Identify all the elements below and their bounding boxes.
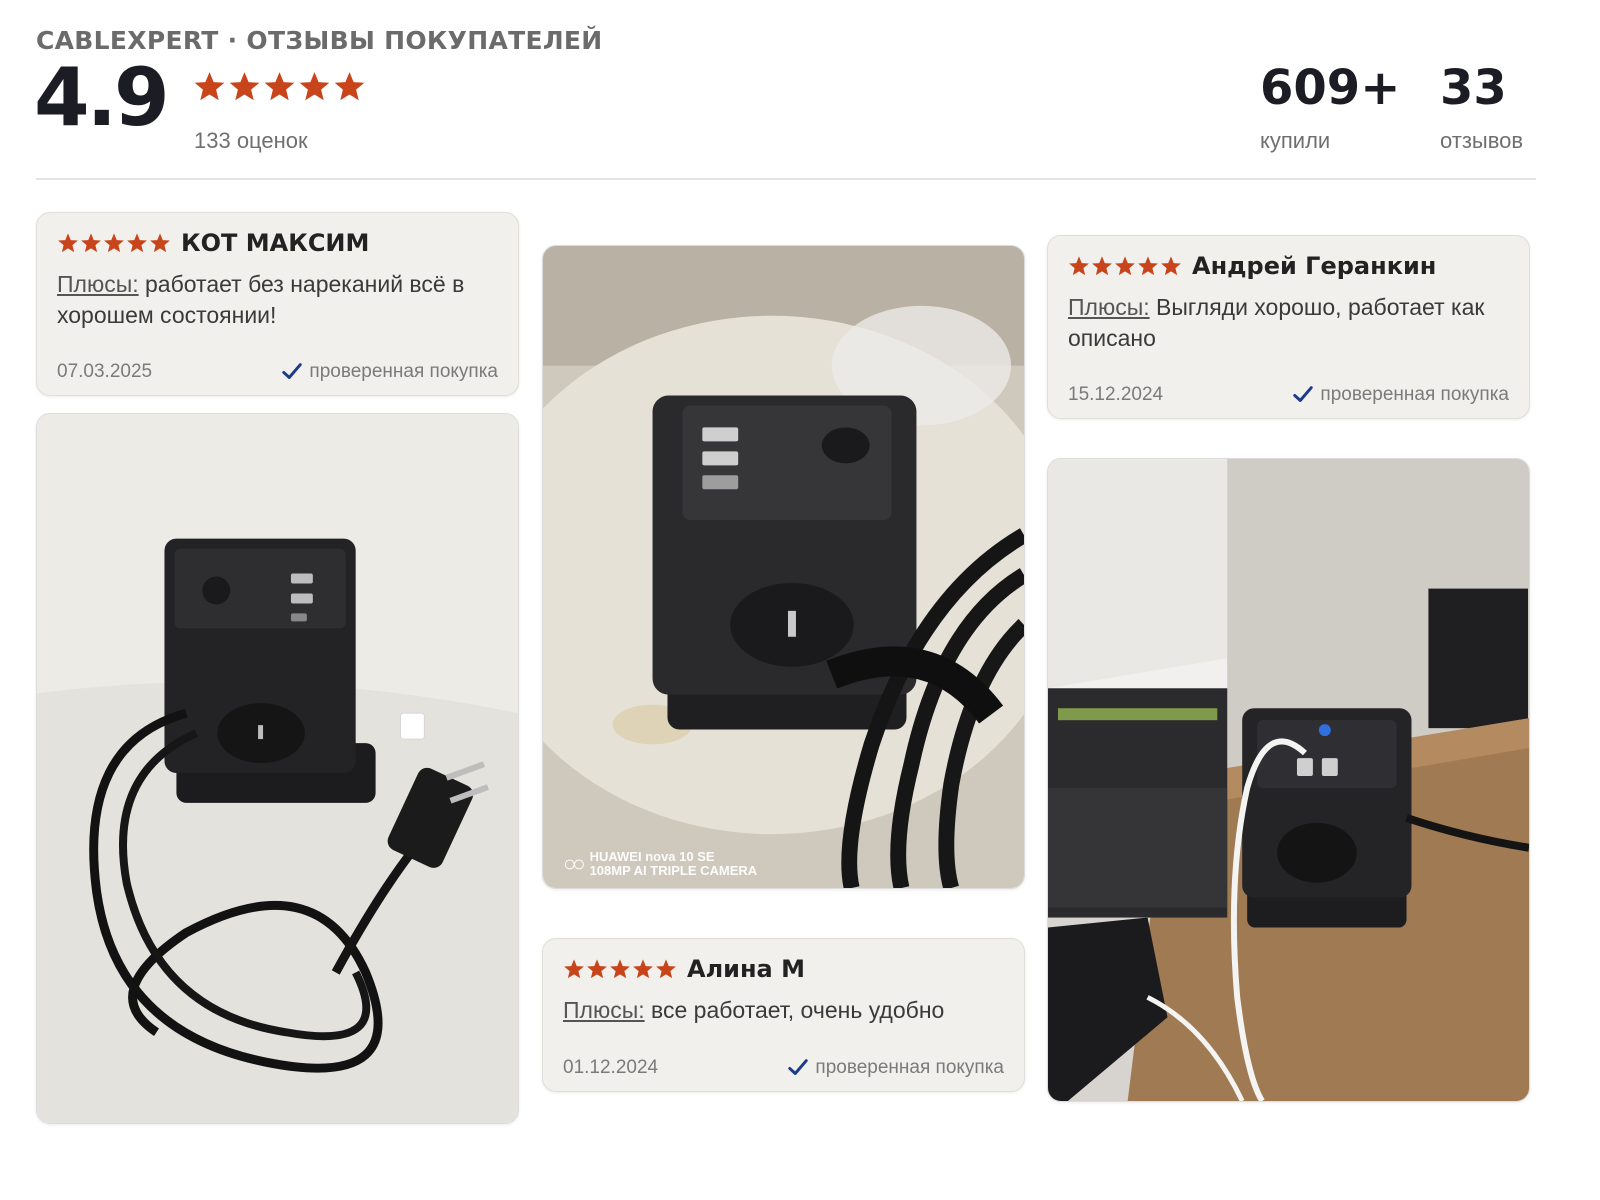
power-cube-photo: [37, 414, 518, 1123]
review-stars: [563, 958, 677, 980]
star-icon: [264, 72, 295, 101]
verified-badge: проверенная покупка: [787, 1057, 1004, 1079]
star-icon: [58, 233, 78, 253]
star-icon: [150, 233, 170, 253]
star-icon: [334, 72, 365, 101]
checkmark-icon: [788, 1059, 809, 1075]
review-photo[interactable]: ○○ HUAWEI nova 10 SE 108MP AI TRIPLE CAM…: [542, 245, 1025, 889]
bought-stat: 609+ купили: [1260, 64, 1400, 154]
review-card[interactable]: Андрей Геранкин Плюсы: Выгляди хорошо, р…: [1047, 235, 1530, 419]
star-icon: [656, 959, 676, 979]
review-text: Плюсы: работает без нареканий всё в хоро…: [57, 269, 498, 331]
watermark-line1: HUAWEI nova 10 SE: [589, 849, 715, 864]
star-icon: [127, 233, 147, 253]
star-icon: [633, 959, 653, 979]
pros-label: Плюсы:: [57, 271, 139, 297]
rating-stars: [193, 70, 366, 103]
review-text: Плюсы: Выгляди хорошо, работает как опис…: [1068, 292, 1509, 354]
verified-label: проверенная покупка: [815, 1057, 1004, 1078]
review-photo[interactable]: [36, 413, 519, 1124]
bought-count: 609+: [1260, 60, 1401, 116]
review-card[interactable]: Алина М Плюсы: все работает, очень удобн…: [542, 938, 1025, 1092]
review-author: Андрей Геранкин: [1192, 252, 1437, 280]
reviews-count: 33: [1440, 60, 1507, 116]
review-date: 01.12.2024: [563, 1057, 659, 1078]
ratings-count: 133 оценок: [194, 128, 308, 153]
review-stars: [57, 232, 171, 254]
camera-watermark: ○○ HUAWEI nova 10 SE 108MP AI TRIPLE CAM…: [563, 850, 757, 878]
power-cube-on-table-photo: [543, 246, 1024, 888]
checkmark-icon: [282, 363, 303, 379]
star-icon: [299, 72, 330, 101]
review-body: все работает, очень удобно: [651, 997, 945, 1023]
review-date: 07.03.2025: [57, 361, 153, 382]
reviews-label: отзывов: [1440, 128, 1524, 153]
star-icon: [81, 233, 101, 253]
review-card[interactable]: КОТ МАКСИМ Плюсы: работает без нареканий…: [36, 212, 519, 396]
review-date: 15.12.2024: [1068, 384, 1164, 405]
watermark-line2: 108MP AI TRIPLE CAMERA: [589, 863, 758, 878]
star-icon: [1138, 256, 1158, 276]
pros-label: Плюсы:: [1068, 294, 1150, 320]
checkmark-icon: [1293, 386, 1314, 402]
verified-badge: проверенная покупка: [281, 361, 498, 383]
reviews-stat: 33 отзывов: [1440, 64, 1523, 154]
verified-badge: проверенная покупка: [1292, 384, 1509, 406]
review-author: КОТ МАКСИМ: [181, 229, 370, 257]
verified-label: проверенная покупка: [309, 361, 498, 382]
star-icon: [194, 72, 225, 101]
star-icon: [587, 959, 607, 979]
bought-label: купили: [1260, 128, 1331, 153]
camera-rings-icon: ○○: [563, 851, 585, 876]
review-text: Плюсы: все работает, очень удобно: [563, 995, 1004, 1026]
star-icon: [229, 72, 260, 101]
star-icon: [564, 959, 584, 979]
review-photo[interactable]: [1047, 458, 1530, 1102]
star-icon: [1115, 256, 1135, 276]
star-icon: [1161, 256, 1181, 276]
power-cube-nightstand-photo: [1048, 459, 1529, 1101]
star-icon: [1092, 256, 1112, 276]
star-icon: [610, 959, 630, 979]
star-icon: [104, 233, 124, 253]
review-author: Алина М: [687, 955, 805, 983]
review-stars: [1068, 255, 1182, 277]
average-rating: 4.9: [34, 51, 170, 144]
verified-label: проверенная покупка: [1320, 384, 1509, 405]
header-divider: [36, 178, 1536, 180]
pros-label: Плюсы:: [563, 997, 645, 1023]
star-icon: [1069, 256, 1089, 276]
